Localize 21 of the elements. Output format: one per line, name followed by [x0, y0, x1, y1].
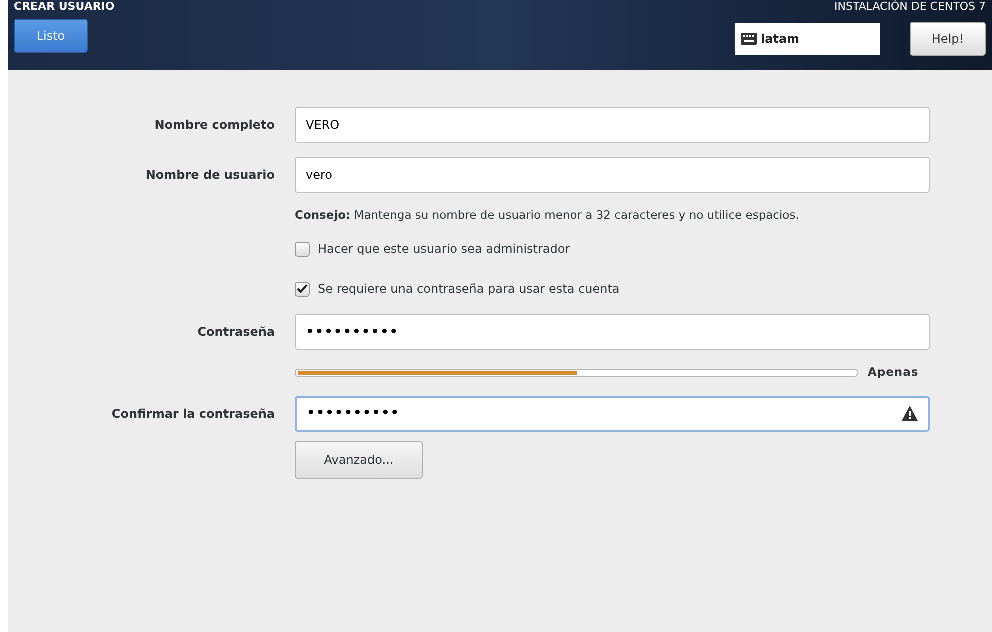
strength-label: Apenas — [868, 364, 919, 382]
checkbox-option[interactable]: Hacer que este usuario sea administrador — [295, 240, 570, 258]
field-label: Nombre de usuario — [146, 167, 275, 184]
field-label: Contraseña — [198, 324, 275, 342]
page-title: CREAR USUARIO — [14, 0, 115, 14]
field-label: Confirmar la contraseña — [112, 406, 275, 422]
check-icon — [297, 284, 308, 294]
input-field[interactable]: VERO — [295, 107, 930, 143]
password-field[interactable]: •••••••••• — [295, 314, 930, 350]
help-button[interactable]: Help! — [910, 22, 986, 56]
keyboard-icon — [741, 33, 757, 45]
field-label: Nombre completo — [154, 117, 275, 134]
hint-text: Consejo: Mantenga su nombre de usuario menor a 32 caracteres y no utilice espacios. — [295, 207, 800, 224]
input-field[interactable]: vero — [295, 157, 930, 193]
checkbox-option[interactable]: Se requiere una contraseña para usar esta cuenta — [295, 280, 620, 298]
done-button[interactable]: Listo — [14, 19, 88, 53]
keyboard-layout-value: latam — [761, 31, 800, 48]
password-field[interactable]: •••••••••• — [295, 396, 930, 432]
product-title: INSTALACIÓN DE CENTOS 7 — [834, 0, 986, 14]
advanced-button[interactable]: Avanzado... — [295, 440, 423, 478]
keyboard-layout-field[interactable]: latam — [735, 23, 880, 55]
